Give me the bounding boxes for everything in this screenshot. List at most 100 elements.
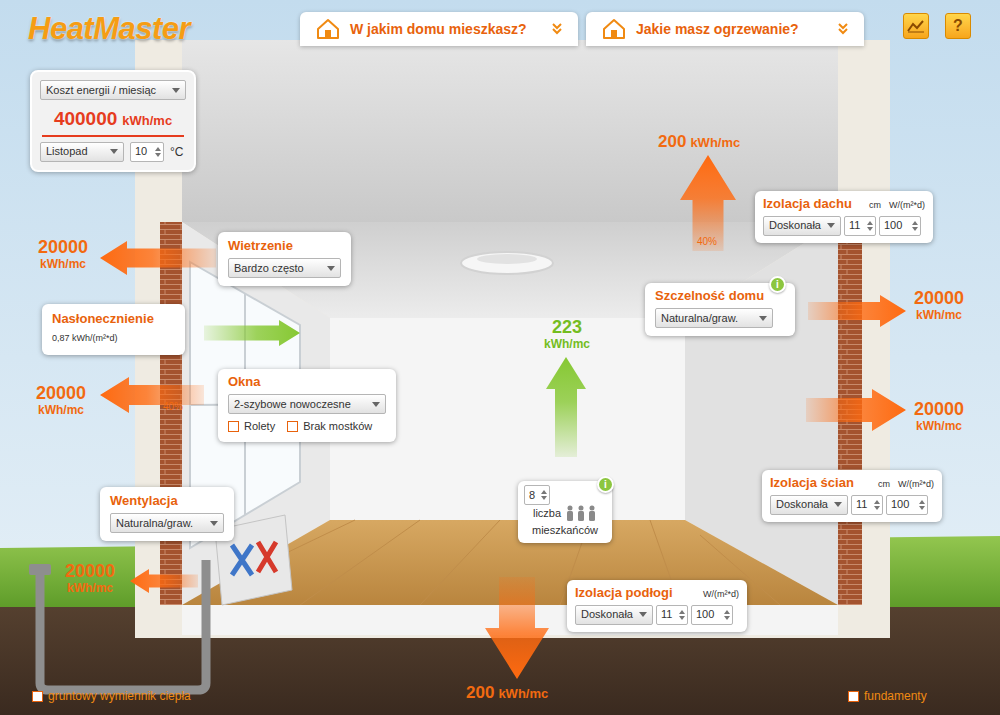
spinner-up-icon[interactable] <box>679 610 685 614</box>
loss-arrow-icon <box>485 577 549 679</box>
spinner-down-icon[interactable] <box>155 153 161 157</box>
spinner-up-icon[interactable] <box>867 221 873 225</box>
gain-arrow-icon <box>204 320 300 346</box>
panel-title: Nasłonecznienie <box>52 311 175 327</box>
dropdown[interactable]: Koszt energii / miesiąc <box>40 80 186 100</box>
spinner-up-icon[interactable] <box>874 500 880 504</box>
header-tab[interactable]: Jakie masz ogrzewanie? <box>586 12 864 46</box>
dropdown[interactable]: Doskonała <box>770 495 848 515</box>
flow-unit: kWh/mc <box>916 420 962 433</box>
spinner-up-icon[interactable] <box>912 221 918 225</box>
insulation-panel: Izolacja ścian cmW/(m²*d) Doskonała11100 <box>762 470 942 522</box>
dropdown-value: Bardzo często <box>234 260 304 277</box>
checkbox-option[interactable]: fundamenty <box>848 687 927 705</box>
dropdown[interactable]: 2-szybowe nowoczesne <box>228 394 386 414</box>
number-spinner[interactable]: 11 <box>851 495 883 515</box>
unit-labels: W/(m²*d) <box>703 588 739 602</box>
panel-title: Izolacja podłogi <box>575 585 673 601</box>
spinner-arrows-icon <box>912 221 918 231</box>
flow-arrow <box>808 295 906 327</box>
dropdown[interactable]: Doskonała <box>763 216 841 236</box>
flow-number: 20000 <box>38 238 88 258</box>
spinner-down-icon[interactable] <box>724 616 730 620</box>
dropdown[interactable]: Bardzo często <box>228 258 341 278</box>
dropdown[interactable]: Naturalna/graw. <box>655 308 773 328</box>
spinner-arrows-icon <box>874 500 880 510</box>
number-spinner[interactable]: 100 <box>879 216 921 236</box>
flow-number: 20000 <box>65 562 115 582</box>
checkbox-option[interactable]: gruntowy wymiennik ciepła <box>32 687 191 705</box>
checkbox-option[interactable]: Rolety <box>228 418 275 435</box>
help-button[interactable]: ? <box>945 13 971 39</box>
flow-unit: kWh/mc <box>690 133 740 153</box>
spinner-down-icon[interactable] <box>679 616 685 620</box>
dropdown[interactable]: Naturalna/graw. <box>110 513 224 533</box>
flow-number: 223 <box>552 318 582 338</box>
spinner-up-icon[interactable] <box>155 147 161 151</box>
flow-unit: kWh/mc <box>544 338 590 351</box>
month-temperature-row: Listopad10°C <box>40 142 186 162</box>
windows-options: Rolety Brak mostków <box>228 418 386 435</box>
flow-unit: kWh/mc <box>40 258 86 271</box>
flow-number: 20000 <box>36 384 86 404</box>
panel-title: Okna <box>228 374 386 390</box>
number-spinner[interactable]: 8 <box>524 485 550 505</box>
number-spinner[interactable]: 100 <box>691 605 733 625</box>
ventilation-panel: WentylacjaNaturalna/graw. <box>100 487 234 541</box>
number-spinner[interactable]: 10 <box>130 142 164 162</box>
spinner-down-icon[interactable] <box>541 496 547 500</box>
occupants-count-row: 8 <box>524 485 550 505</box>
flow-number: 20000 <box>914 400 964 420</box>
flow-value: 200kWh/mc <box>466 680 548 706</box>
dropdown[interactable]: Doskonała <box>575 605 653 625</box>
heatmaster-app: HeatMaster W jakim domu mieszkasz? Jakie m… <box>0 0 1000 715</box>
unit-label: cm <box>869 199 881 213</box>
occupants-label: liczba <box>533 505 561 522</box>
chart-button[interactable] <box>903 13 929 39</box>
house-icon <box>316 18 340 40</box>
spinner-down-icon[interactable] <box>912 227 918 231</box>
spinner-arrows-icon <box>541 490 547 500</box>
spinner-up-icon[interactable] <box>541 490 547 494</box>
tab-label: W jakim domu mieszkasz? <box>350 19 542 40</box>
info-icon[interactable]: i <box>769 276 786 293</box>
insolation-reading: 0,87 kWh/(m²*d) <box>52 332 175 346</box>
flow-value: 20000kWh/mc <box>58 562 122 595</box>
dropdown-value: 2-szybowe nowoczesne <box>234 396 351 413</box>
help-label: ? <box>953 18 963 34</box>
unit-label: W/(m²*d) <box>703 588 739 602</box>
number-spinner[interactable]: 100 <box>886 495 928 515</box>
spinner-down-icon[interactable] <box>874 506 880 510</box>
flow-arrow <box>100 241 216 275</box>
spinner-up-icon[interactable] <box>724 610 730 614</box>
checkbox[interactable] <box>287 421 298 432</box>
dropdown-arrow-icon <box>759 316 767 321</box>
spinner-down-icon[interactable] <box>867 227 873 231</box>
checkbox[interactable] <box>228 421 239 432</box>
checkbox[interactable] <box>848 691 859 702</box>
panel-title: Izolacja ścian <box>770 475 854 491</box>
flow-percent: 40% <box>163 399 183 414</box>
bottom-option: fundamenty <box>848 687 927 705</box>
header-tab[interactable]: W jakim domu mieszkasz? <box>300 12 578 46</box>
spinner-down-icon[interactable] <box>919 506 925 510</box>
loss-arrow-icon <box>806 389 906 431</box>
number-spinner[interactable]: 11 <box>844 216 876 236</box>
flow-unit: kWh/mc <box>38 404 84 417</box>
dropdown-value: Koszt energii / miesiąc <box>46 82 156 99</box>
spinner-value: 11 <box>661 606 672 623</box>
app-logo[interactable]: HeatMaster <box>28 6 190 53</box>
checkbox-option[interactable]: Brak mostków <box>287 418 372 435</box>
info-icon[interactable]: i <box>597 476 614 493</box>
panel-title: Szczelność domu <box>655 288 785 304</box>
unit-label: cm <box>878 478 890 492</box>
spinner-up-icon[interactable] <box>919 500 925 504</box>
occupants-label-row: liczba <box>533 505 597 522</box>
checkbox[interactable] <box>32 691 43 702</box>
flow-percent: 40% <box>697 234 717 249</box>
unit-labels: cmW/(m²*d) <box>878 478 934 492</box>
expand-chevron-icon <box>552 23 562 35</box>
number-spinner[interactable]: 11 <box>656 605 688 625</box>
dropdown[interactable]: Listopad <box>40 142 124 162</box>
spinner-arrows-icon <box>919 500 925 510</box>
